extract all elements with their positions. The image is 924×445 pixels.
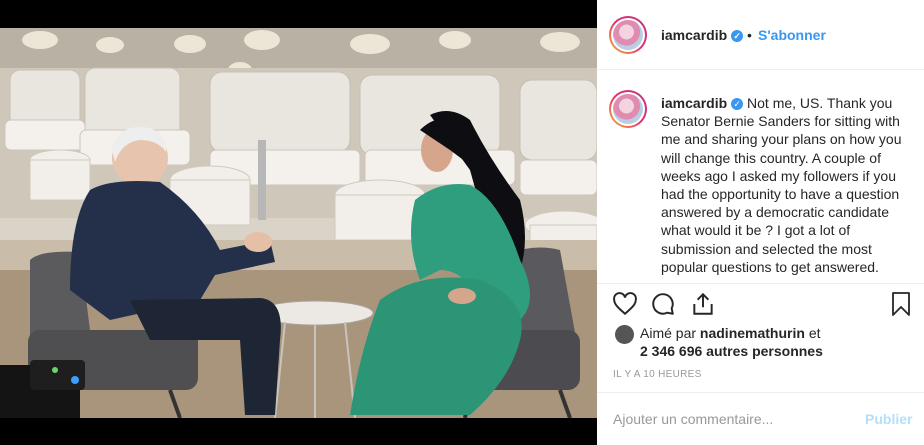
caption-text: Not me, US. Thank you Senator Bernie San… bbox=[661, 95, 902, 275]
post-header: iamcardib ✓ • S'abonner bbox=[597, 0, 924, 70]
post-image bbox=[0, 0, 597, 445]
verified-badge-icon: ✓ bbox=[731, 98, 744, 110]
author-avatar[interactable] bbox=[609, 16, 647, 54]
post-sidebar: iamcardib ✓ • S'abonner iamcardib ✓ Not me… bbox=[597, 0, 924, 445]
comment-icon[interactable] bbox=[650, 291, 676, 317]
caption-username[interactable]: iamcardib bbox=[661, 95, 727, 111]
verified-badge-icon: ✓ bbox=[731, 30, 744, 42]
heart-icon[interactable] bbox=[612, 291, 638, 317]
publish-button[interactable]: Publier bbox=[865, 411, 912, 427]
likes-count[interactable]: 2 346 696 autres personnes bbox=[640, 343, 823, 359]
liker-avatar[interactable] bbox=[615, 325, 634, 344]
share-icon[interactable] bbox=[690, 291, 716, 317]
caption-avatar[interactable] bbox=[609, 90, 647, 128]
comment-input[interactable]: Ajouter un commentaire... bbox=[613, 411, 773, 427]
separator-dot: • bbox=[747, 27, 752, 43]
follow-button[interactable]: S'abonner bbox=[758, 27, 826, 43]
bookmark-icon[interactable] bbox=[889, 291, 913, 317]
comment-bar: Ajouter un commentaire... Publier bbox=[597, 392, 924, 445]
post-caption: iamcardib ✓ Not me, US. Thank you Senator… bbox=[661, 94, 913, 276]
author-username[interactable]: iamcardib ✓ bbox=[661, 27, 744, 43]
liker-username[interactable]: nadinemathurin bbox=[700, 325, 805, 341]
post-photo[interactable] bbox=[0, 0, 597, 445]
post-timestamp[interactable]: IL Y A 10 HEURES bbox=[613, 369, 702, 380]
divider bbox=[597, 283, 924, 284]
liked-by: Aimé par nadinemathurin et bbox=[640, 325, 821, 341]
